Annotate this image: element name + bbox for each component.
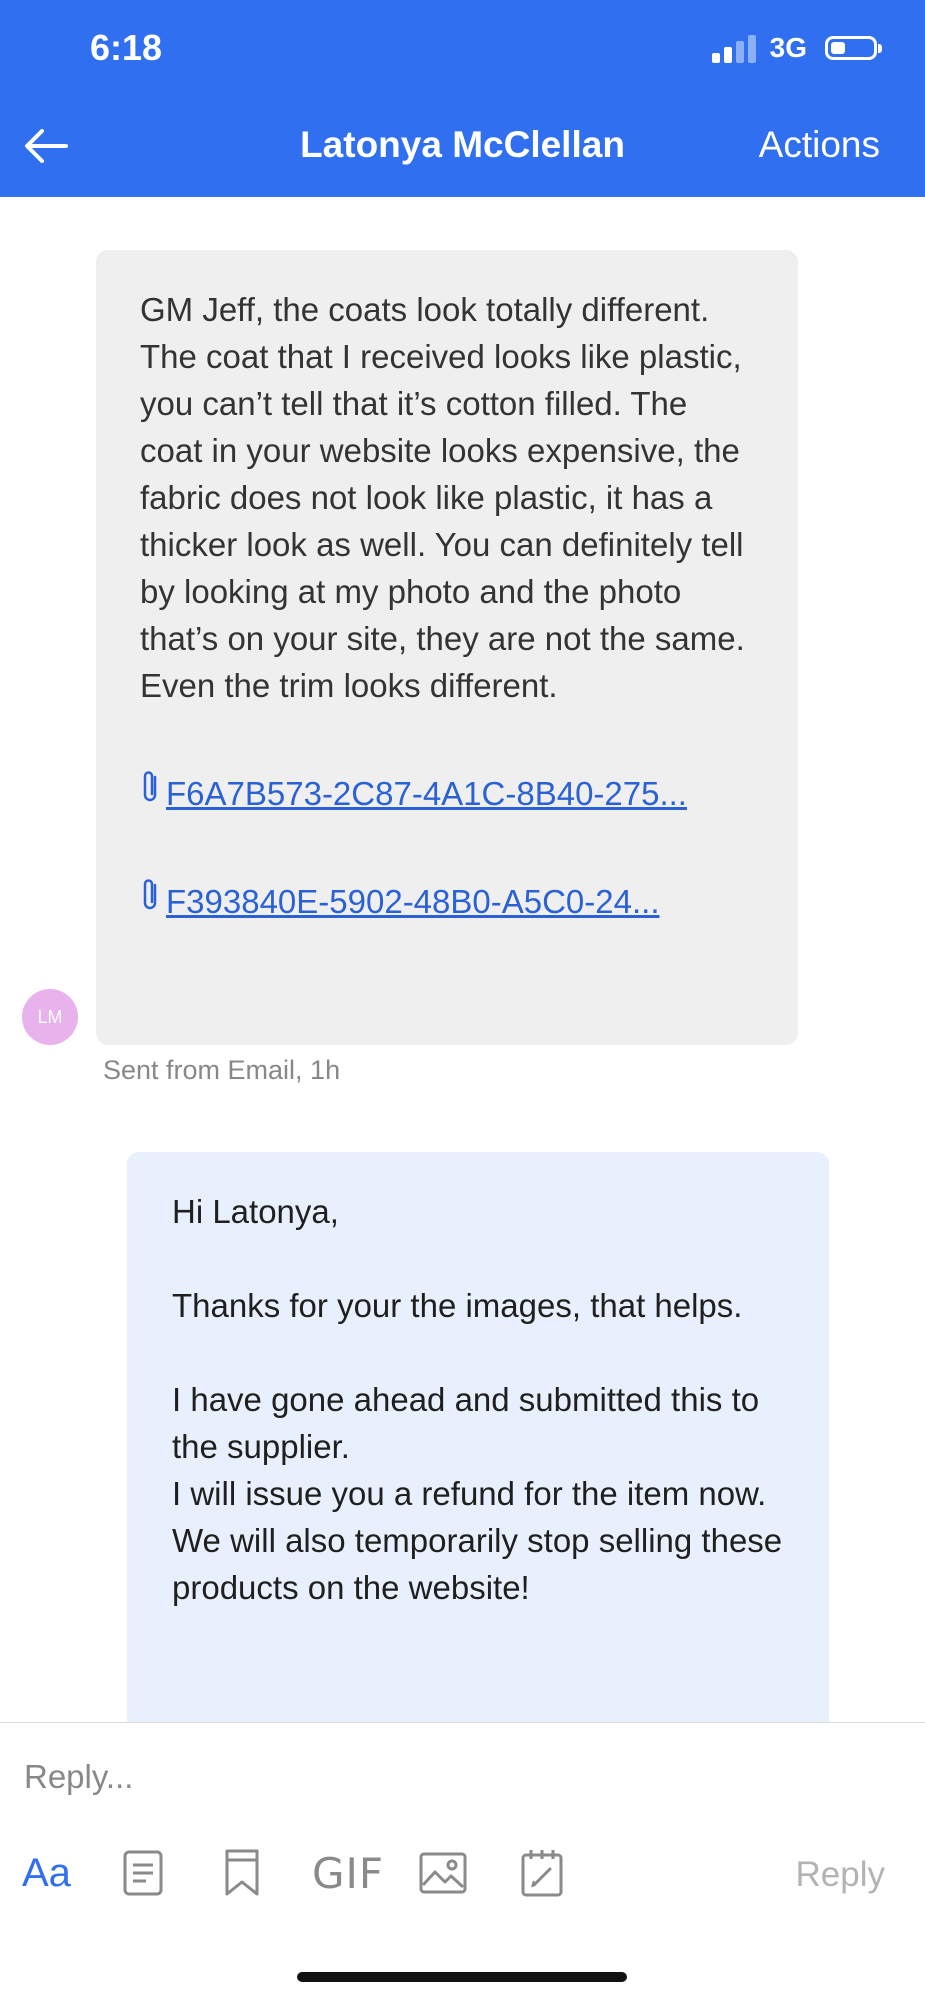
attachment-filename: F6A7B573-2C87-4A1C-8B40-275...: [166, 774, 687, 812]
attachment-link[interactable]: F6A7B573-2C87-4A1C-8B40-275...: [140, 769, 754, 817]
signal-strength-icon: [711, 33, 756, 63]
text-format-button[interactable]: Aa: [22, 1845, 71, 1901]
status-indicators: 3G: [711, 32, 882, 64]
reply-composer: Aa GIF Reply: [0, 1722, 925, 2001]
bookmark-icon[interactable]: [222, 1845, 262, 1901]
incoming-message-text: GM Jeff, the coats look totally differen…: [140, 291, 745, 704]
message-meta: Sent from Email, 1h: [103, 1055, 341, 1085]
network-type: 3G: [769, 32, 807, 63]
home-indicator: [297, 1972, 627, 1982]
avatar[interactable]: LM: [22, 989, 78, 1045]
message-paragraph: I have gone ahead and submitted this to …: [172, 1381, 760, 1465]
note-icon[interactable]: [122, 1845, 164, 1901]
message-greeting: Hi Latonya,: [172, 1193, 339, 1230]
outgoing-message-bubble: Hi Latonya, Thanks for your the images, …: [127, 1152, 829, 1724]
gif-button[interactable]: GIF: [312, 1845, 384, 1901]
paperclip-icon: [140, 877, 162, 925]
reply-send-button[interactable]: Reply: [796, 1855, 885, 1895]
status-time: 6:18: [90, 27, 163, 68]
attachment-filename: F393840E-5902-48B0-A5C0-24...: [166, 882, 660, 920]
image-icon[interactable]: [418, 1845, 468, 1901]
reply-input[interactable]: [22, 1751, 726, 1803]
attachment-link[interactable]: F393840E-5902-48B0-A5C0-24...: [140, 877, 754, 925]
battery-icon: [825, 36, 882, 60]
paperclip-icon: [140, 769, 162, 817]
incoming-message-bubble: GM Jeff, the coats look totally differen…: [96, 250, 798, 1045]
calendar-edit-icon[interactable]: [520, 1845, 564, 1901]
message-paragraph: I will issue you a refund for the item n…: [172, 1475, 783, 1606]
app-header: 6:18 3G Latonya McClellan Actions: [0, 0, 925, 197]
actions-button[interactable]: Actions: [759, 124, 880, 166]
message-paragraph: Thanks for your the images, that helps.: [172, 1287, 743, 1324]
